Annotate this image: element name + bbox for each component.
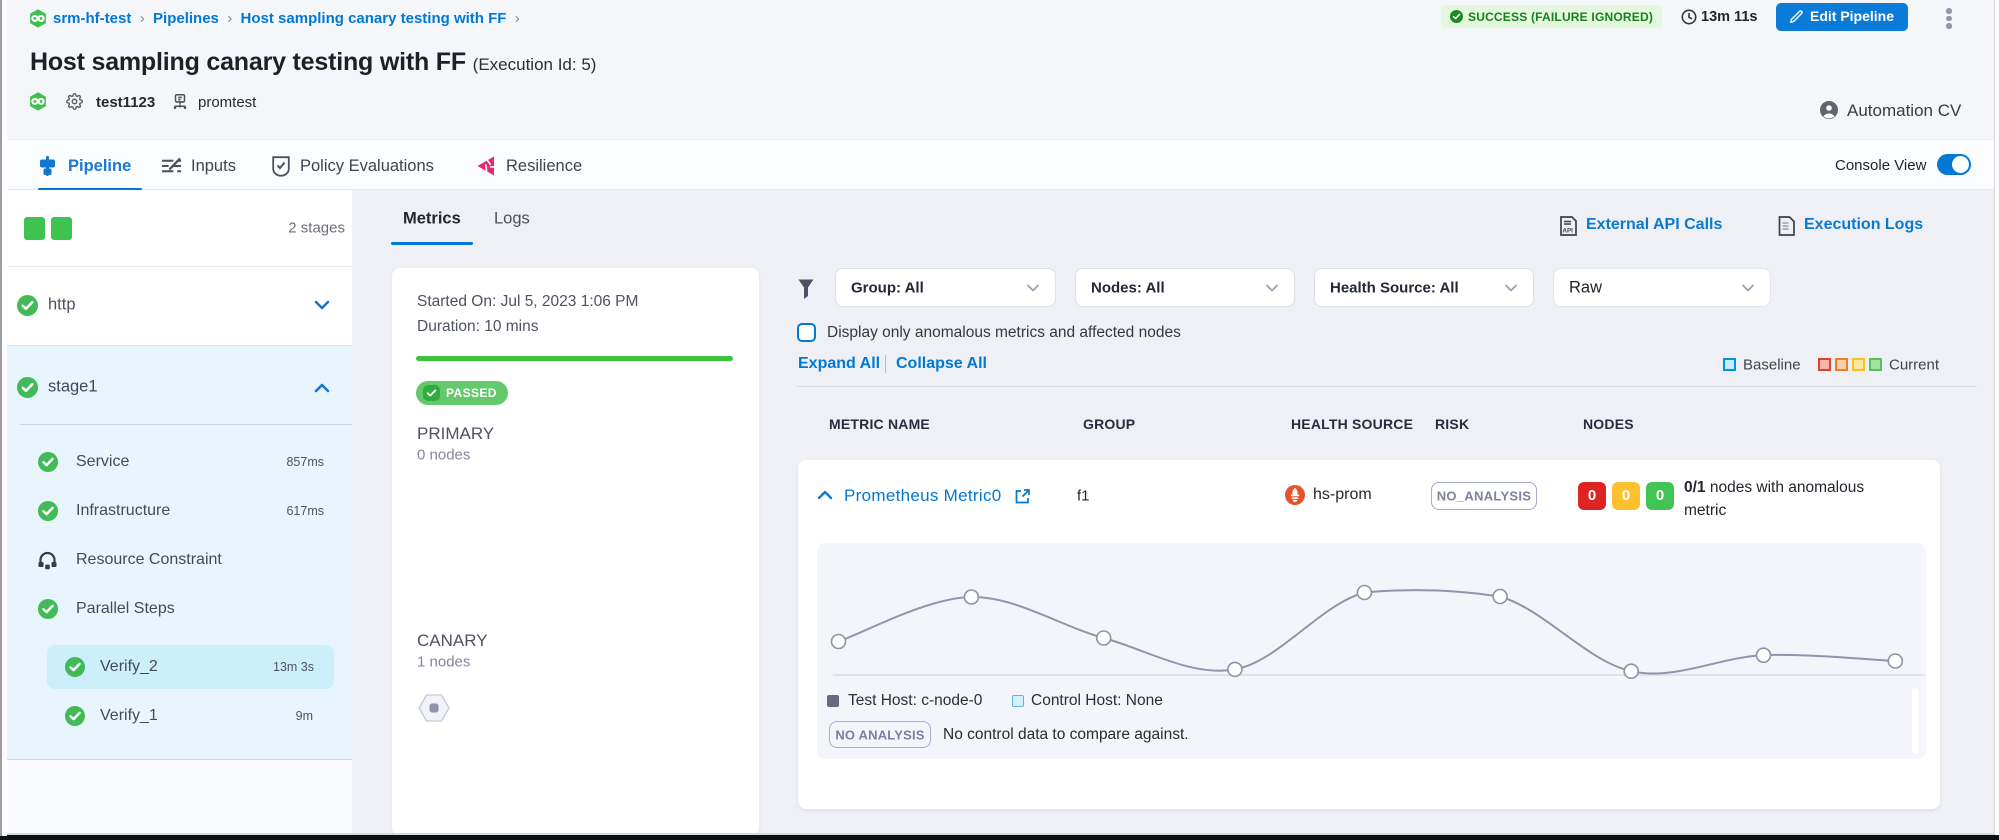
svg-text:API: API — [1563, 227, 1574, 234]
